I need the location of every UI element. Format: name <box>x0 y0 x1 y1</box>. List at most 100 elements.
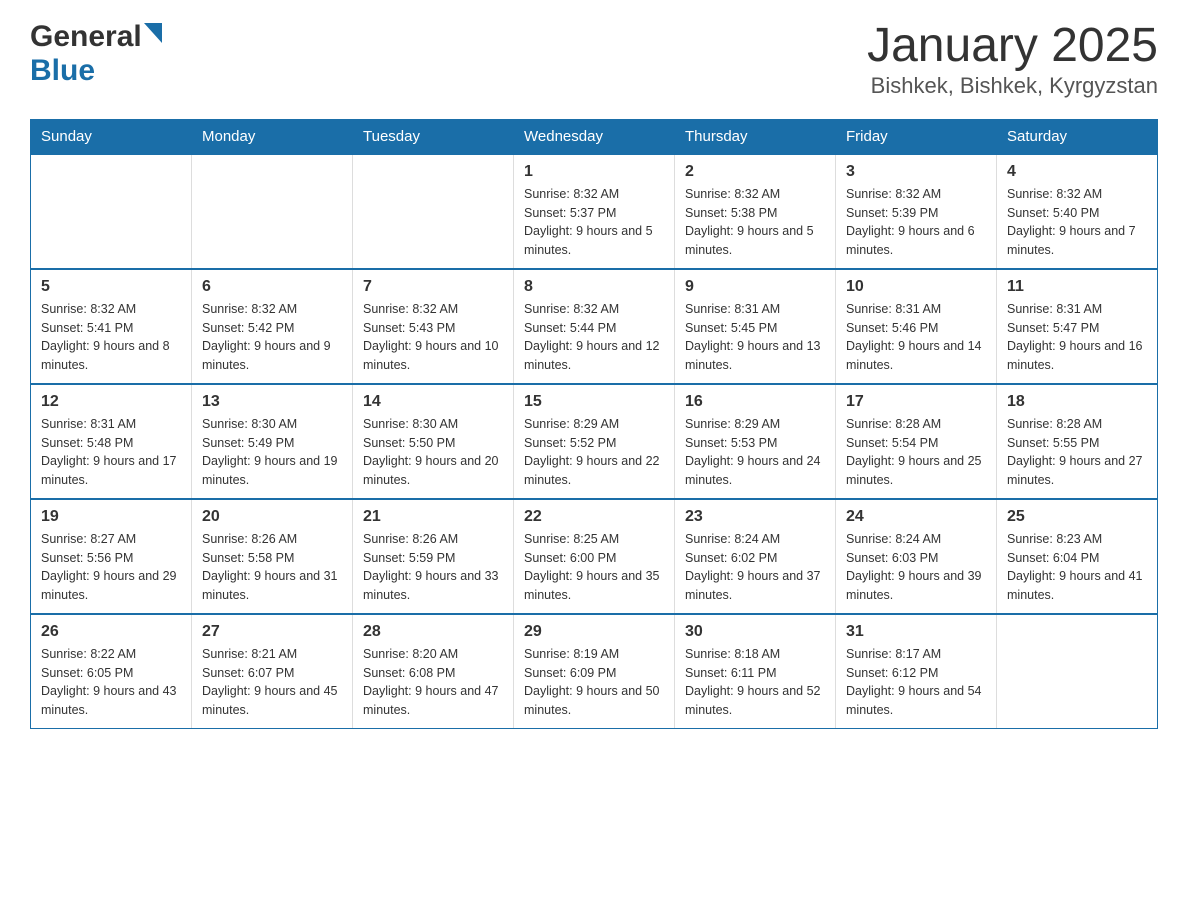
day-info: Sunrise: 8:29 AMSunset: 5:53 PMDaylight:… <box>685 415 825 490</box>
calendar-day-cell: 8Sunrise: 8:32 AMSunset: 5:44 PMDaylight… <box>514 269 675 384</box>
day-info: Sunrise: 8:32 AMSunset: 5:41 PMDaylight:… <box>41 300 181 375</box>
day-info: Sunrise: 8:24 AMSunset: 6:03 PMDaylight:… <box>846 530 986 605</box>
calendar-day-cell: 18Sunrise: 8:28 AMSunset: 5:55 PMDayligh… <box>997 384 1158 499</box>
calendar-day-cell: 5 Sunrise: 8:32 AMSunset: 5:41 PMDaylight… <box>31 269 192 384</box>
day-info: Sunrise: 8:18 AMSunset: 6:11 PMDaylight:… <box>685 645 825 720</box>
day-info: Sunrise: 8:32 AMSunset: 5:42 PMDaylight:… <box>202 300 342 375</box>
day-info: Sunrise: 8:22 AMSunset: 6:05 PMDaylight:… <box>41 645 181 720</box>
day-of-week-header: Sunday <box>31 119 192 154</box>
calendar-day-cell: 20 Sunrise: 8:26 AMSunset: 5:58 PMDayligh… <box>192 499 353 614</box>
day-number: 15 <box>524 393 664 411</box>
calendar-day-cell: 9 Sunrise: 8:31 AMSunset: 5:45 PMDaylight… <box>675 269 836 384</box>
calendar-day-cell: 6 Sunrise: 8:32 AMSunset: 5:42 PMDaylight… <box>192 269 353 384</box>
page-header: General Blue January 2025 Bishkek, Bishk… <box>30 20 1158 99</box>
logo-blue-text: Blue <box>30 54 95 87</box>
day-number: 14 <box>363 393 503 411</box>
day-number: 19 <box>41 508 181 526</box>
day-info: Sunrise: 8:28 AMSunset: 5:54 PMDaylight:… <box>846 415 986 490</box>
day-info: Sunrise: 8:26 AMSunset: 5:58 PMDaylight:… <box>202 530 342 605</box>
day-info: Sunrise: 8:32 AMSunset: 5:37 PMDaylight:… <box>524 185 664 260</box>
calendar-day-cell: 19 Sunrise: 8:27 AMSunset: 5:56 PMDayligh… <box>31 499 192 614</box>
day-info: Sunrise: 8:32 AMSunset: 5:38 PMDaylight:… <box>685 185 825 260</box>
day-info: Sunrise: 8:25 AMSunset: 6:00 PMDaylight:… <box>524 530 664 605</box>
day-number: 17 <box>846 393 986 411</box>
calendar-day-cell: 31Sunrise: 8:17 AMSunset: 6:12 PMDayligh… <box>836 614 997 729</box>
day-of-week-header: Tuesday <box>353 119 514 154</box>
day-number: 3 <box>846 163 986 181</box>
day-info: Sunrise: 8:32 AMSunset: 5:39 PMDaylight:… <box>846 185 986 260</box>
day-info: Sunrise: 8:27 AMSunset: 5:56 PMDaylight:… <box>41 530 181 605</box>
day-info: Sunrise: 8:31 AMSunset: 5:45 PMDaylight:… <box>685 300 825 375</box>
calendar-week-row: 5 Sunrise: 8:32 AMSunset: 5:41 PMDaylight… <box>31 269 1158 384</box>
calendar-day-cell: 23Sunrise: 8:24 AMSunset: 6:02 PMDayligh… <box>675 499 836 614</box>
calendar-day-cell: 22 Sunrise: 8:25 AMSunset: 6:00 PMDayligh… <box>514 499 675 614</box>
day-number: 26 <box>41 623 181 641</box>
calendar-day-cell: 28Sunrise: 8:20 AMSunset: 6:08 PMDayligh… <box>353 614 514 729</box>
day-info: Sunrise: 8:28 AMSunset: 5:55 PMDaylight:… <box>1007 415 1147 490</box>
calendar-week-row: 26 Sunrise: 8:22 AMSunset: 6:05 PMDayligh… <box>31 614 1158 729</box>
day-info: Sunrise: 8:30 AMSunset: 5:49 PMDaylight:… <box>202 415 342 490</box>
day-number: 5 <box>41 278 181 296</box>
day-number: 9 <box>685 278 825 296</box>
day-number: 21 <box>363 508 503 526</box>
day-number: 1 <box>524 163 664 181</box>
calendar-day-cell <box>353 154 514 269</box>
calendar-day-cell: 17 Sunrise: 8:28 AMSunset: 5:54 PMDayligh… <box>836 384 997 499</box>
day-info: Sunrise: 8:23 AMSunset: 6:04 PMDaylight:… <box>1007 530 1147 605</box>
day-info: Sunrise: 8:32 AMSunset: 5:40 PMDaylight:… <box>1007 185 1147 260</box>
day-info: Sunrise: 8:19 AMSunset: 6:09 PMDaylight:… <box>524 645 664 720</box>
day-number: 24 <box>846 508 986 526</box>
day-number: 28 <box>363 623 503 641</box>
calendar-day-cell <box>192 154 353 269</box>
calendar-day-cell: 15 Sunrise: 8:29 AMSunset: 5:52 PMDayligh… <box>514 384 675 499</box>
calendar-day-cell: 11Sunrise: 8:31 AMSunset: 5:47 PMDayligh… <box>997 269 1158 384</box>
day-number: 6 <box>202 278 342 296</box>
day-number: 23 <box>685 508 825 526</box>
calendar-day-cell: 7 Sunrise: 8:32 AMSunset: 5:43 PMDaylight… <box>353 269 514 384</box>
location-text: Bishkek, Bishkek, Kyrgyzstan <box>867 73 1158 99</box>
calendar-day-cell: 13Sunrise: 8:30 AMSunset: 5:49 PMDayligh… <box>192 384 353 499</box>
day-info: Sunrise: 8:26 AMSunset: 5:59 PMDaylight:… <box>363 530 503 605</box>
day-number: 4 <box>1007 163 1147 181</box>
day-info: Sunrise: 8:29 AMSunset: 5:52 PMDaylight:… <box>524 415 664 490</box>
calendar-day-cell: 25 Sunrise: 8:23 AMSunset: 6:04 PMDayligh… <box>997 499 1158 614</box>
day-info: Sunrise: 8:31 AMSunset: 5:46 PMDaylight:… <box>846 300 986 375</box>
calendar-day-cell: 29Sunrise: 8:19 AMSunset: 6:09 PMDayligh… <box>514 614 675 729</box>
month-title: January 2025 <box>867 20 1158 73</box>
calendar-day-cell: 30Sunrise: 8:18 AMSunset: 6:11 PMDayligh… <box>675 614 836 729</box>
calendar-week-row: 12 Sunrise: 8:31 AMSunset: 5:48 PMDayligh… <box>31 384 1158 499</box>
day-info: Sunrise: 8:32 AMSunset: 5:43 PMDaylight:… <box>363 300 503 375</box>
calendar-day-cell: 27Sunrise: 8:21 AMSunset: 6:07 PMDayligh… <box>192 614 353 729</box>
day-number: 10 <box>846 278 986 296</box>
day-number: 2 <box>685 163 825 181</box>
logo: General Blue <box>30 20 162 88</box>
calendar-day-cell: 14 Sunrise: 8:30 AMSunset: 5:50 PMDayligh… <box>353 384 514 499</box>
calendar-day-cell: 24 Sunrise: 8:24 AMSunset: 6:03 PMDayligh… <box>836 499 997 614</box>
calendar-week-row: 19 Sunrise: 8:27 AMSunset: 5:56 PMDayligh… <box>31 499 1158 614</box>
day-of-week-header: Thursday <box>675 119 836 154</box>
calendar-day-cell: 16 Sunrise: 8:29 AMSunset: 5:53 PMDayligh… <box>675 384 836 499</box>
calendar-day-cell: 10 Sunrise: 8:31 AMSunset: 5:46 PMDayligh… <box>836 269 997 384</box>
day-info: Sunrise: 8:30 AMSunset: 5:50 PMDaylight:… <box>363 415 503 490</box>
day-number: 25 <box>1007 508 1147 526</box>
calendar-day-cell: 1 Sunrise: 8:32 AMSunset: 5:37 PMDaylight… <box>514 154 675 269</box>
calendar-day-cell: 26 Sunrise: 8:22 AMSunset: 6:05 PMDayligh… <box>31 614 192 729</box>
logo-arrow-icon <box>144 23 162 48</box>
calendar-day-cell: 2 Sunrise: 8:32 AMSunset: 5:38 PMDaylight… <box>675 154 836 269</box>
calendar-header-row: SundayMondayTuesdayWednesdayThursdayFrid… <box>31 119 1158 154</box>
day-number: 22 <box>524 508 664 526</box>
calendar-day-cell <box>997 614 1158 729</box>
title-section: January 2025 Bishkek, Bishkek, Kyrgyzsta… <box>867 20 1158 99</box>
day-number: 7 <box>363 278 503 296</box>
day-number: 20 <box>202 508 342 526</box>
calendar-week-row: 1 Sunrise: 8:32 AMSunset: 5:37 PMDaylight… <box>31 154 1158 269</box>
day-of-week-header: Monday <box>192 119 353 154</box>
day-info: Sunrise: 8:31 AMSunset: 5:48 PMDaylight:… <box>41 415 181 490</box>
day-number: 16 <box>685 393 825 411</box>
calendar-day-cell: 12 Sunrise: 8:31 AMSunset: 5:48 PMDayligh… <box>31 384 192 499</box>
day-number: 11 <box>1007 278 1147 296</box>
calendar-day-cell: 4 Sunrise: 8:32 AMSunset: 5:40 PMDaylight… <box>997 154 1158 269</box>
day-number: 12 <box>41 393 181 411</box>
day-number: 8 <box>524 278 664 296</box>
calendar-day-cell <box>31 154 192 269</box>
